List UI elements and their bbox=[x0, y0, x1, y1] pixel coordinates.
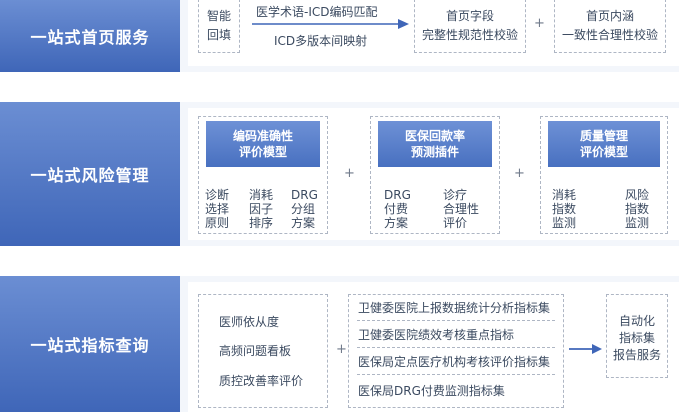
m2-c2-r3: 评价 bbox=[443, 216, 468, 230]
content-check-box: 首页内涵 一致性合理性校验 bbox=[554, 0, 666, 53]
indicator-left-item-1: 医师依从度 bbox=[219, 315, 280, 329]
indicator-set-2: 卫健委医院绩效考核重点指标 bbox=[358, 328, 515, 342]
m2-c1-r1: DRG bbox=[384, 188, 411, 202]
indicator-panel: 医师依从度 高频问题看板 质控改善率评价 + 卫健委医院上报数据统计分析指标集 … bbox=[188, 282, 679, 412]
m3-c1-r3: 监测 bbox=[552, 216, 577, 230]
m1-c2-r3: 排序 bbox=[249, 216, 274, 230]
indicator-plus: + bbox=[336, 342, 347, 357]
indicator-set-3: 医保局定点医疗机构考核评价指标集 bbox=[358, 355, 551, 369]
report-service-line3: 报告服务 bbox=[612, 348, 661, 362]
m2-c2-r1: 诊疗 bbox=[443, 188, 468, 202]
smart-fill-line2: 回填 bbox=[206, 28, 231, 42]
field-check-line2: 完整性规范性校验 bbox=[421, 28, 518, 42]
indicator-set-4: 医保局DRG付费监测指标集 bbox=[358, 384, 505, 398]
indicator-section-label: 一站式指标查询 bbox=[0, 276, 180, 412]
mapping-bottom-text: ICD多版本间映射 bbox=[274, 34, 368, 48]
coding-accuracy-title-line2: 评价模型 bbox=[238, 145, 287, 159]
risk-section-label: 一站式风险管理 bbox=[0, 102, 180, 246]
indicator-set-divider-1 bbox=[357, 320, 555, 321]
coding-accuracy-title: 编码准确性 评价模型 bbox=[206, 121, 320, 167]
indicator-sets-box: 卫健委医院上报数据统计分析指标集 卫健委医院绩效考核重点指标 医保局定点医疗机构… bbox=[348, 294, 564, 408]
reimbursement-title-line1: 医保回款率 bbox=[404, 129, 465, 143]
indicator-set-1: 卫健委医院上报数据统计分析指标集 bbox=[358, 301, 551, 315]
smart-fill-line1: 智能 bbox=[206, 9, 231, 23]
indicator-left-box: 医师依从度 高频问题看板 质控改善率评价 bbox=[198, 294, 328, 408]
m3-c1-r1: 消耗 bbox=[552, 188, 577, 202]
m1-c1-r1: 诊断 bbox=[205, 188, 230, 202]
reimbursement-title-line2: 预测插件 bbox=[410, 145, 459, 159]
homepage-panel: 智能 回填 医学术语-ICD编码匹配 ICD多版本间映射 首页字段 完整性规范性… bbox=[188, 0, 679, 66]
report-service-line1: 自动化 bbox=[618, 314, 655, 328]
m1-c1-r2: 选择 bbox=[205, 202, 230, 216]
output-arrow bbox=[569, 344, 602, 354]
indicator-set-divider-2 bbox=[357, 347, 555, 348]
risk-panel: 编码准确性 评价模型 诊断 选择 原则 消耗 因子 排序 DRG 分组 方案 +… bbox=[188, 108, 679, 240]
m1-c3-r1: DRG bbox=[291, 188, 318, 202]
m1-c3-r3: 方案 bbox=[291, 216, 316, 230]
m3-c2-r3: 监测 bbox=[625, 216, 650, 230]
m1-c3-r2: 分组 bbox=[291, 202, 316, 216]
report-service-line2: 指标集 bbox=[618, 331, 655, 345]
quality-model: 质量管理 评价模型 消耗 指数 监测 风险 指数 监测 bbox=[540, 116, 668, 234]
homepage-section-label: 一站式首页服务 bbox=[0, 0, 180, 72]
indicator-set-divider-3 bbox=[357, 374, 555, 375]
content-check-line1: 首页内涵 bbox=[585, 9, 634, 23]
quality-title: 质量管理 评价模型 bbox=[548, 121, 660, 167]
m3-c2-r2: 指数 bbox=[625, 202, 650, 216]
m2-c2-r2: 合理性 bbox=[443, 202, 480, 216]
coding-accuracy-model: 编码准确性 评价模型 诊断 选择 原则 消耗 因子 排序 DRG 分组 方案 bbox=[198, 116, 328, 234]
m2-c1-r2: 付费 bbox=[384, 202, 409, 216]
field-check-box: 首页字段 完整性规范性校验 bbox=[414, 0, 526, 53]
m1-c2-r1: 消耗 bbox=[249, 188, 274, 202]
m3-c1-r2: 指数 bbox=[552, 202, 577, 216]
indicator-left-item-2: 高频问题看板 bbox=[219, 344, 292, 358]
risk-plus-1: + bbox=[344, 166, 355, 181]
quality-title-line1: 质量管理 bbox=[579, 129, 628, 143]
m1-c1-r3: 原则 bbox=[205, 216, 230, 230]
indicator-left-item-3: 质控改善率评价 bbox=[219, 374, 304, 388]
risk-plus-2: + bbox=[514, 166, 525, 181]
report-service-box: 自动化 指标集 报告服务 bbox=[606, 294, 668, 378]
content-check-line2: 一致性合理性校验 bbox=[561, 28, 658, 42]
m2-c1-r3: 方案 bbox=[384, 216, 409, 230]
homepage-plus: + bbox=[534, 16, 545, 31]
reimbursement-plugin: 医保回款率 预测插件 DRG 付费 方案 诊疗 合理性 评价 bbox=[370, 116, 500, 234]
field-check-line1: 首页字段 bbox=[445, 9, 494, 23]
quality-title-line2: 评价模型 bbox=[579, 145, 628, 159]
m3-c2-r1: 风险 bbox=[625, 188, 650, 202]
m1-c2-r2: 因子 bbox=[249, 202, 274, 216]
coding-accuracy-title-line1: 编码准确性 bbox=[232, 129, 293, 143]
reimbursement-title: 医保回款率 预测插件 bbox=[378, 121, 492, 167]
smart-fill-box: 智能 回填 bbox=[198, 0, 240, 53]
mapping-arrow bbox=[252, 19, 409, 29]
